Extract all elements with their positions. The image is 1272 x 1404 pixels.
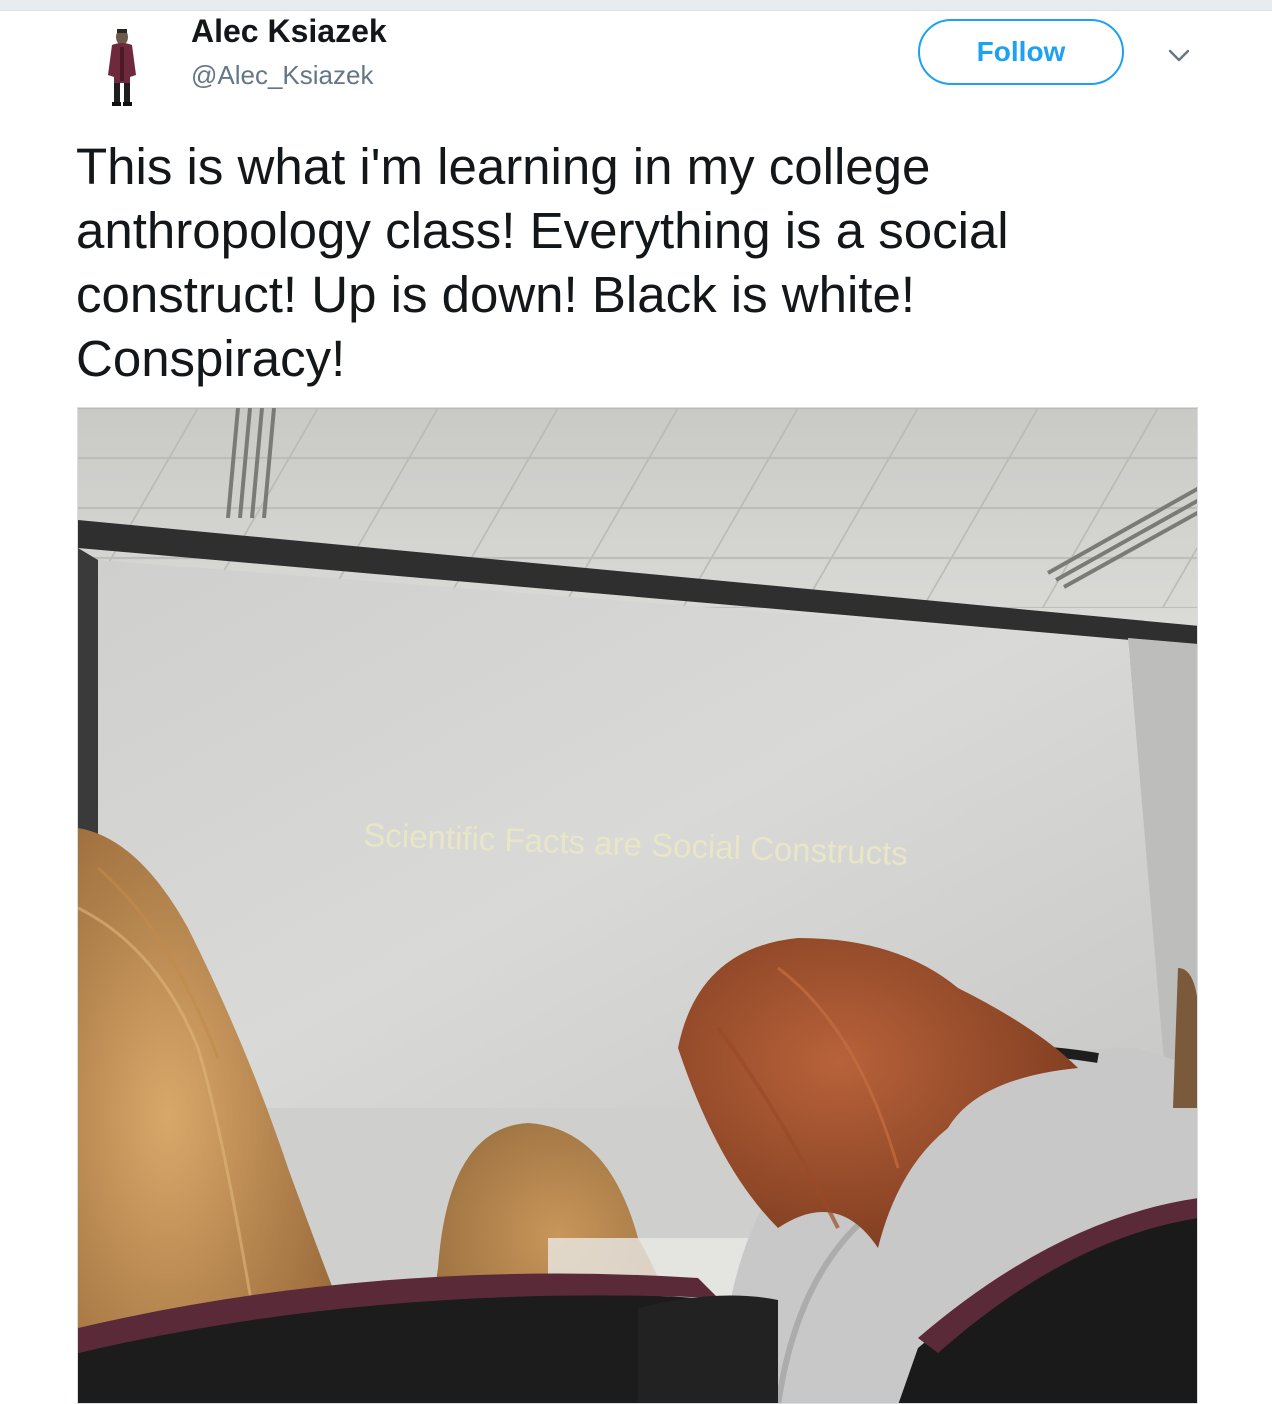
classroom-photo: Scientific Facts are Social Constructs [78, 408, 1197, 1403]
avatar[interactable] [100, 25, 148, 109]
top-divider [0, 0, 1272, 11]
person-avatar-icon [108, 29, 136, 106]
tweet-text: This is what i'm learning in my college … [76, 138, 1009, 387]
chevron-down-icon [1168, 49, 1190, 62]
tweet-photo[interactable]: Scientific Facts are Social Constructs [77, 407, 1198, 1404]
user-handle[interactable]: @Alec_Ksiazek [191, 60, 373, 91]
follow-button[interactable]: Follow [918, 19, 1124, 85]
tweet-card: Alec Ksiazek @Alec_Ksiazek Follow This i… [0, 11, 1272, 1404]
more-options-button[interactable] [1164, 41, 1194, 71]
display-name[interactable]: Alec Ksiazek [191, 13, 387, 50]
